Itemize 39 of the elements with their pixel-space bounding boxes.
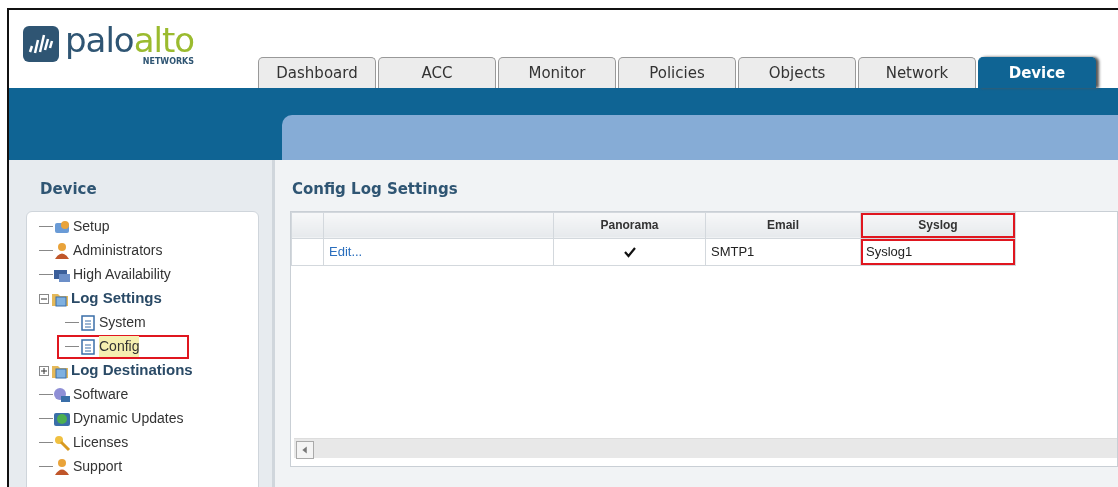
nav-tab[interactable]: Device	[978, 57, 1096, 88]
tree-item[interactable]: Config	[99, 336, 140, 357]
tree-item[interactable]: System	[99, 312, 146, 333]
nav-tab[interactable]: Dashboard	[258, 57, 376, 88]
document-icon	[79, 337, 97, 356]
column-header: Panorama	[553, 212, 706, 238]
expand-icon[interactable]	[39, 365, 49, 376]
tree-item[interactable]: High Availability	[73, 264, 171, 285]
tree-item[interactable]: Software	[73, 384, 129, 405]
nav-tab[interactable]: Policies	[618, 57, 736, 88]
document-icon	[79, 313, 97, 332]
tree-item[interactable]: Setup	[73, 216, 110, 237]
nav-tab[interactable]: Objects	[738, 57, 856, 88]
tree-item[interactable]: Log Destinations	[71, 359, 193, 382]
scroll-left-button[interactable]	[296, 440, 314, 459]
table-cell: SMTP1	[705, 238, 861, 265]
edit-link[interactable]: Edit...	[329, 243, 363, 259]
nav-tab[interactable]: ACC	[378, 57, 496, 88]
horizontal-scrollbar[interactable]	[294, 437, 1117, 458]
sidebar-title: Device	[39, 179, 98, 200]
column-header: Email	[705, 212, 861, 238]
person-icon	[53, 457, 71, 476]
column-header: Syslog	[860, 212, 1016, 238]
tree-item[interactable]: Support	[73, 456, 123, 477]
nav-tab[interactable]: Network	[858, 57, 976, 88]
person-icon	[53, 241, 71, 260]
logo-text: paloalto	[65, 22, 195, 57]
logo-tagline: NETWORKS	[141, 57, 195, 66]
tree-item[interactable]: Administrators	[73, 240, 163, 261]
tree-item[interactable]: Licenses	[73, 432, 129, 453]
key-icon	[53, 433, 71, 452]
disc-icon	[53, 385, 71, 404]
tree-item[interactable]: Log Settings	[71, 287, 162, 310]
tree-item[interactable]: Dynamic Updates	[73, 408, 184, 429]
nav-tab[interactable]: Monitor	[498, 57, 616, 88]
section-title: Config Log Settings	[291, 179, 459, 200]
logo-icon	[23, 26, 59, 62]
collapse-icon[interactable]	[39, 293, 49, 304]
table-cell: Syslog1	[860, 238, 1016, 265]
